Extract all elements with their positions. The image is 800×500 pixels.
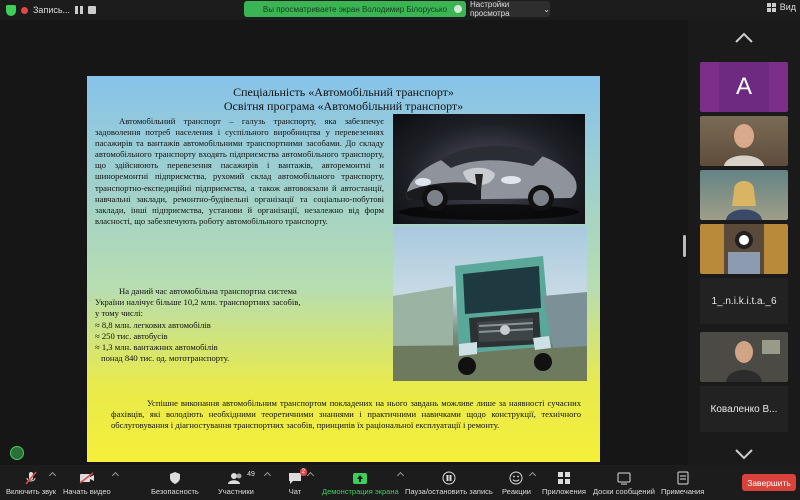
notes-label: Примечания	[661, 487, 705, 496]
reactions-label: Реакции	[502, 487, 531, 496]
smiley-icon	[507, 471, 525, 485]
avatar-letter: A	[735, 73, 752, 100]
recording-label: Запись...	[33, 5, 71, 15]
chevron-down-icon: ⌄	[543, 4, 550, 14]
view-settings-button[interactable]: Настройки просмотра ⌄	[470, 0, 550, 18]
pause-stop-recording-label: Пауза/остановить запись	[405, 487, 493, 496]
recording-indicator: Запись...	[6, 4, 97, 16]
slide-paragraph-1: Автомобільний транспорт – галузь транспо…	[95, 116, 384, 226]
slide-statistics: На даний час автомобільна транспортна си…	[95, 286, 385, 364]
start-video-label: Начать видео	[63, 487, 111, 496]
microphone-muted-icon	[22, 471, 40, 485]
share-banner-text: Вы просматриваете экран Володимир Білору…	[262, 4, 448, 14]
stat-motorcycles: понад 840 тис. од. мототранспорту.	[101, 353, 230, 364]
stats-intro-line1: На даний час автомобільна транспортна си…	[119, 286, 297, 296]
participants-count: 49	[247, 471, 255, 478]
shield-icon	[166, 471, 184, 485]
chevron-up-icon[interactable]	[734, 32, 754, 44]
start-video-button[interactable]: Начать видео	[63, 471, 111, 496]
participants-options-chevron-icon[interactable]	[263, 471, 272, 480]
stat-buses: ≈ 250 тис. автобусів	[95, 330, 168, 341]
security-button[interactable]: Безопасность	[151, 471, 199, 496]
meeting-top-bar: Запись... Вы просматриваете экран Володи…	[0, 0, 800, 20]
stat-cars: ≈ 8,8 млн. легкових автомобілів	[95, 319, 211, 330]
stat-trucks: ≈ 1,3 млн. вантажних автомобілів	[95, 342, 218, 353]
video-off-icon	[78, 471, 96, 485]
banner-menu-icon[interactable]	[454, 5, 462, 13]
slide-title: Спеціальність «Автомобільний транспорт» …	[87, 85, 600, 113]
chat-icon: 2	[286, 468, 307, 485]
participant-video-tile[interactable]	[700, 116, 788, 166]
avatar: A	[719, 62, 769, 112]
stats-intro-line2: України налічує більше 10,2 млн. транспо…	[95, 297, 301, 308]
participant-name: 1_.n.i.k.i.t.a._6	[711, 295, 777, 307]
whiteboards-label: Доски сообщений	[593, 487, 655, 496]
presentation-slide: Спеціальність «Автомобільний транспорт» …	[87, 76, 600, 462]
end-meeting-label: Завершить	[747, 477, 791, 488]
panel-resize-handle[interactable]	[683, 235, 686, 257]
whiteboard-icon	[615, 471, 633, 485]
chat-label: Чат	[288, 487, 302, 496]
sports-car-image	[393, 114, 585, 224]
stats-intro-line3: у тому числі:	[95, 308, 143, 319]
video-options-chevron-icon[interactable]	[111, 471, 120, 480]
end-meeting-button[interactable]: Завершить	[742, 474, 796, 491]
share-screen-icon	[351, 471, 369, 485]
participant-name-tile[interactable]: Коваленко В...	[700, 386, 788, 432]
slide-paragraph-3: Успішне виконання автомобільним транспор…	[111, 398, 581, 431]
pause-recording-icon[interactable]	[75, 6, 84, 14]
chat-button[interactable]: 2 Чат	[286, 468, 307, 496]
shield-icon	[6, 4, 16, 16]
participant-video-tile[interactable]	[700, 224, 788, 274]
notes-button[interactable]: Примечания	[661, 471, 704, 496]
participants-button[interactable]: 49 Участники	[218, 471, 255, 496]
viewing-share-banner[interactable]: Вы просматриваете экран Володимир Білору…	[244, 1, 466, 17]
unmute-label: Включить звук	[6, 487, 57, 496]
meeting-toolbar: Включить звук Начать видео Безопасность …	[0, 465, 800, 500]
view-settings-label: Настройки просмотра	[470, 0, 510, 18]
participant-video-tile[interactable]	[700, 170, 788, 220]
view-button[interactable]: Вид	[766, 2, 796, 12]
truck-image	[393, 226, 587, 381]
apps-button[interactable]: Приложения	[542, 471, 586, 496]
participants-icon: 49	[227, 471, 255, 485]
participant-tile-avatar[interactable]: A	[700, 62, 788, 112]
security-status-icon[interactable]	[10, 446, 24, 460]
view-label: Вид	[779, 2, 796, 12]
apps-icon	[555, 471, 573, 485]
share-screen-button[interactable]: Демонстрация экрана	[322, 471, 399, 496]
apps-label: Приложения	[542, 487, 586, 496]
grid-view-icon	[766, 2, 776, 12]
reactions-button[interactable]: Реакции	[502, 471, 531, 496]
stop-recording-icon[interactable]	[88, 6, 97, 14]
whiteboards-button[interactable]: Доски сообщений	[593, 471, 655, 496]
participant-name-tile[interactable]: 1_.n.i.k.i.t.a._6	[700, 278, 788, 324]
recording-dot-icon	[21, 6, 28, 14]
pause-stop-recording-button[interactable]: Пауза/остановить запись	[405, 471, 493, 496]
security-label: Безопасность	[151, 487, 199, 496]
chat-options-chevron-icon[interactable]	[306, 471, 315, 480]
record-pause-icon	[440, 471, 458, 485]
shared-screen-area: Спеціальність «Автомобільний транспорт» …	[0, 20, 688, 465]
slide-title-line1: Спеціальність «Автомобільний транспорт»	[233, 85, 454, 99]
chevron-down-icon[interactable]	[734, 448, 754, 460]
share-screen-label: Демонстрация экрана	[322, 487, 399, 496]
slide-title-line2: Освітня програма «Автомобільний транспор…	[223, 99, 464, 113]
participants-label: Участники	[218, 487, 254, 496]
notes-icon	[674, 471, 692, 485]
participant-gallery: A 1_.n.i.k.i.t.a._6 Коваленко В...	[688, 20, 800, 465]
participant-name: Коваленко В...	[710, 403, 778, 415]
participant-video-tile[interactable]	[700, 332, 788, 382]
